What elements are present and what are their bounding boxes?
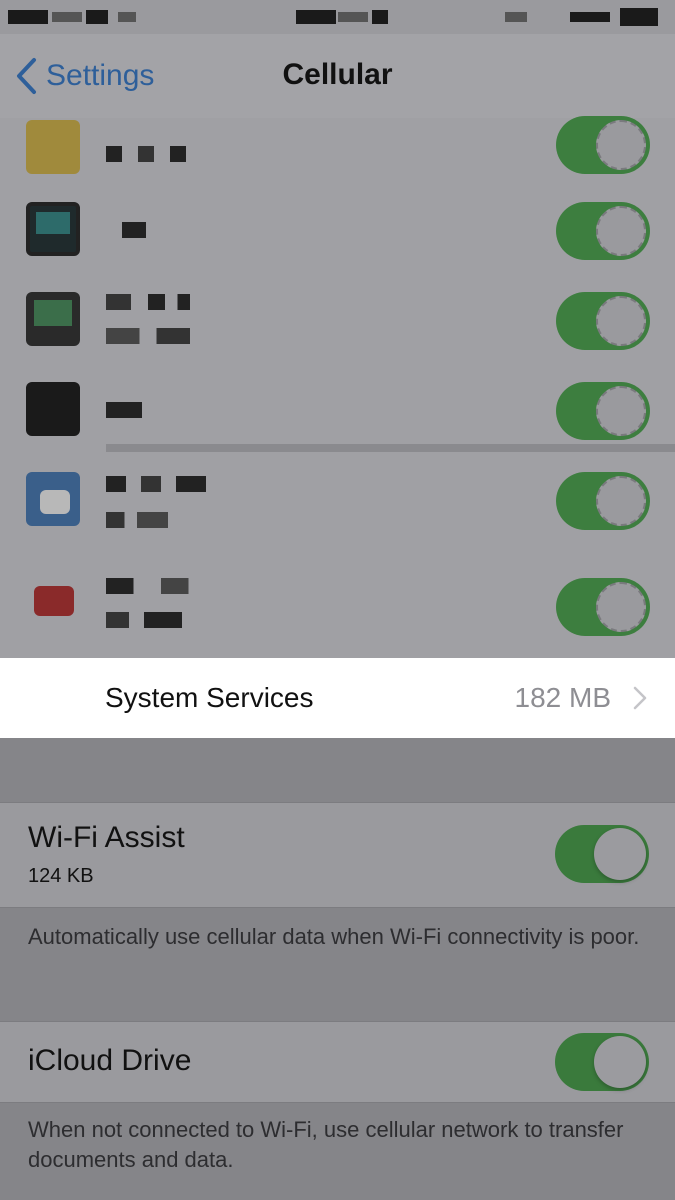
app-row[interactable] [0,110,675,200]
app-icon [26,472,80,526]
app-name-obscured [106,222,146,238]
wifi-assist-usage: 124 KB [28,865,94,887]
app-name-obscured [106,612,182,628]
back-chevron-icon [17,58,36,94]
app-name-obscured [106,402,142,418]
icloud-drive-title: iCloud Drive [28,1044,192,1077]
app-icon [26,382,80,436]
wifi-assist-cell: Wi-Fi Assist 124 KB [0,803,675,907]
section-gap [0,738,675,802]
wifi-assist-toggle[interactable] [555,825,649,883]
row-divider [106,444,675,452]
back-button-label: Settings [46,59,155,92]
wifi-assist-description: Automatically use cellular data when Wi-… [28,924,640,949]
app-name-obscured [106,578,216,594]
back-button[interactable]: Settings [14,56,154,96]
app-row[interactable] [0,468,675,558]
icloud-drive-footer: When not connected to Wi-Fi, use cellula… [0,1103,675,1200]
app-icon [26,202,80,256]
app-toggle[interactable] [556,578,650,636]
disclosure-chevron-icon [633,686,647,710]
app-name-obscured [106,476,206,492]
app-row[interactable] [0,378,675,468]
app-toggle[interactable] [556,472,650,530]
app-toggle[interactable] [556,292,650,350]
app-icon [34,586,74,616]
app-row[interactable] [0,568,675,658]
wifi-assist-footer: Automatically use cellular data when Wi-… [0,908,675,1021]
wifi-assist-title: Wi-Fi Assist [28,821,185,854]
status-bar [0,0,675,34]
app-toggle[interactable] [556,202,650,260]
system-services-row[interactable]: System Services 182 MB [0,658,675,738]
app-cellular-list [0,116,675,658]
app-icon [26,120,80,174]
app-toggle[interactable] [556,382,650,440]
toggle-knob [594,828,646,880]
app-icon [26,292,80,346]
app-name-obscured [106,294,190,310]
app-toggle[interactable] [556,116,650,174]
icloud-drive-description: When not connected to Wi-Fi, use cellula… [28,1117,624,1172]
app-name-obscured [106,328,190,344]
icloud-drive-toggle[interactable] [555,1033,649,1091]
app-name-obscured [106,146,186,162]
app-row[interactable] [0,288,675,378]
navigation-bar: Settings Cellular [0,34,675,118]
icloud-drive-cell: iCloud Drive [0,1022,675,1102]
system-services-label: System Services [105,682,314,713]
app-name-obscured [106,512,168,528]
toggle-knob [594,1036,646,1088]
app-row[interactable] [0,198,675,288]
system-services-usage: 182 MB [514,682,612,713]
